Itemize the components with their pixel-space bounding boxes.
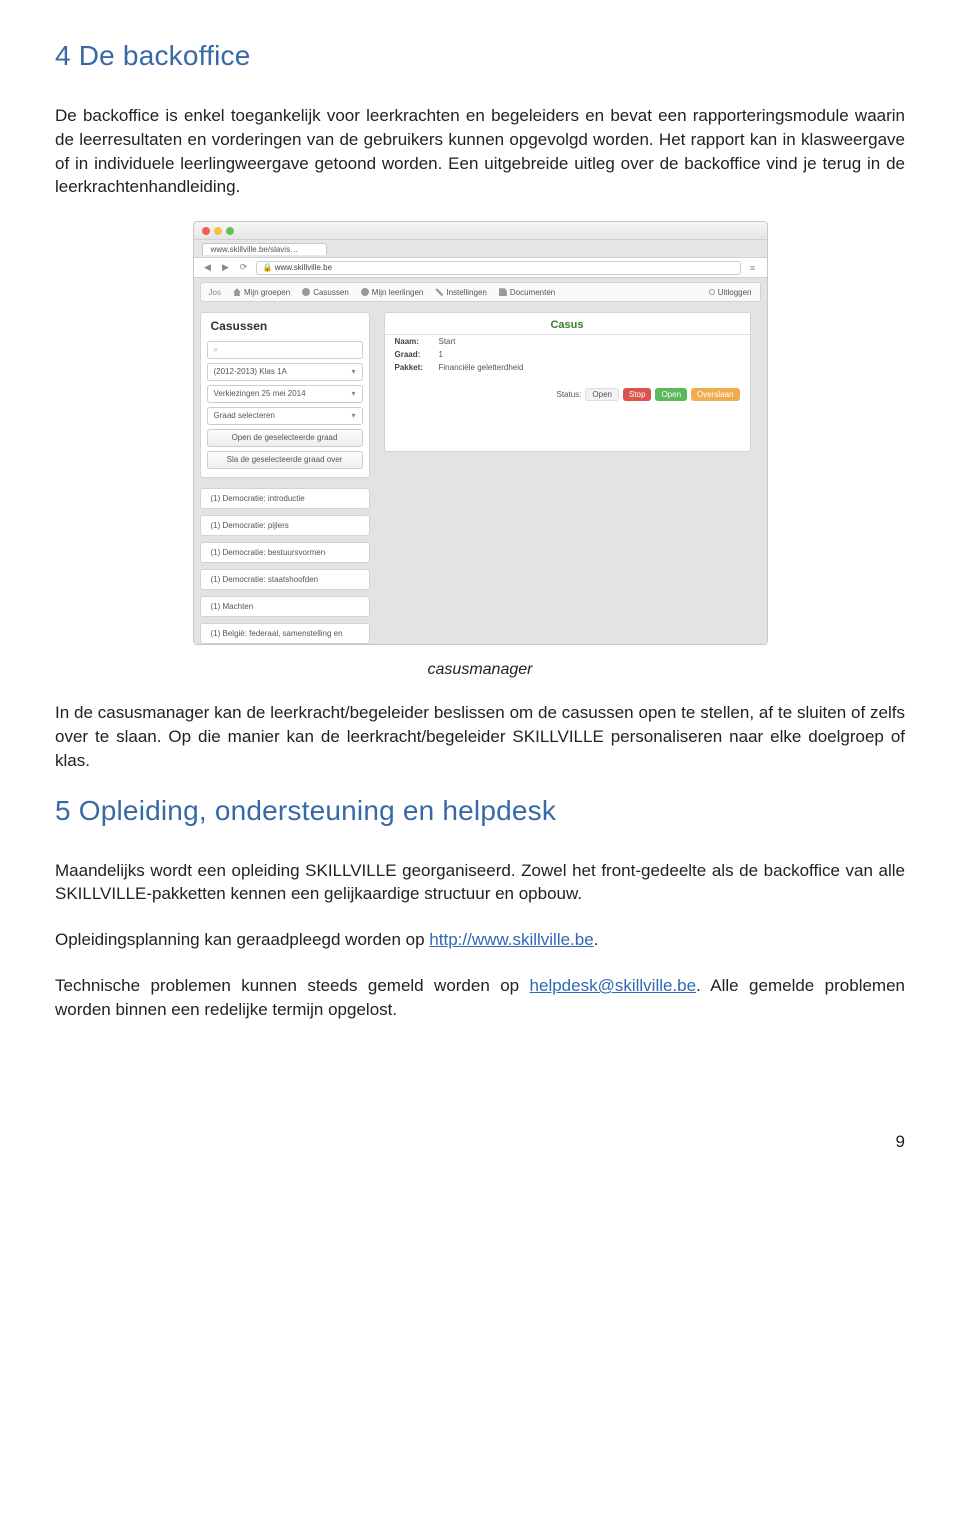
- browser-tab-row: www.skillville.be/slavis…: [194, 240, 767, 258]
- casus-detail-panel: Casus Naam:Start Graad:1 Pakket:Financië…: [384, 312, 751, 452]
- people-icon: [361, 288, 369, 296]
- section-4-heading: 4 De backoffice: [55, 40, 905, 72]
- text-run: .: [594, 930, 599, 949]
- stop-button[interactable]: Stop: [623, 388, 651, 401]
- page-number: 9: [55, 1132, 905, 1152]
- section-5-paragraph-1: Maandelijks wordt een opleiding SKILLVIL…: [55, 859, 905, 907]
- reload-icon[interactable]: ⟳: [238, 262, 250, 274]
- app-menubar: Jos Mijn groepen Casussen Mijn leerlinge…: [200, 282, 761, 302]
- close-dot-icon[interactable]: [202, 227, 210, 235]
- casussen-panel-title: Casussen: [201, 313, 369, 337]
- menu-label: Mijn groepen: [244, 288, 290, 297]
- list-item[interactable]: (1) Machten: [200, 596, 370, 617]
- menu-label: Uitloggen: [718, 288, 752, 297]
- status-row: Status: Open Stop Open Overslaan: [385, 374, 750, 411]
- open-button[interactable]: Open: [655, 388, 687, 401]
- overslaan-button[interactable]: Overslaan: [691, 388, 739, 401]
- text-run: Opleidingsplanning kan geraadpleegd word…: [55, 930, 429, 949]
- casus-detail-title: Casus: [385, 313, 750, 335]
- search-input[interactable]: [207, 341, 363, 359]
- forward-icon[interactable]: ▶: [220, 262, 232, 274]
- field-pakket: Pakket:Financiële geletterdheid: [385, 361, 750, 374]
- address-bar[interactable]: 🔒 www.skillville.be: [256, 261, 741, 275]
- field-naam: Naam:Start: [385, 335, 750, 348]
- menu-instellingen[interactable]: Instellingen: [435, 288, 486, 297]
- list-item[interactable]: (1) België: federaal, samenstelling en: [200, 623, 370, 644]
- section-5-paragraph-2: Opleidingsplanning kan geraadpleegd word…: [55, 928, 905, 952]
- menu-mijn-leerlingen[interactable]: Mijn leerlingen: [361, 288, 424, 297]
- menu-label: Documenten: [510, 288, 555, 297]
- menu-uitloggen[interactable]: Uitloggen: [709, 288, 752, 297]
- menu-label: Casussen: [313, 288, 349, 297]
- open-graad-button[interactable]: Open de geselecteerde graad: [207, 429, 363, 447]
- screenshot-caption: casusmanager: [55, 661, 905, 679]
- power-icon: [709, 289, 715, 295]
- section-4-paragraph-2: In de casusmanager kan de leerkracht/beg…: [55, 701, 905, 772]
- wrench-icon: [435, 288, 443, 296]
- browser-tab[interactable]: www.skillville.be/slavis…: [202, 243, 328, 255]
- list-item[interactable]: (1) Democratie: staatshoofden: [200, 569, 370, 590]
- menu-label: Mijn leerlingen: [372, 288, 424, 297]
- home-icon: [233, 288, 241, 296]
- menu-casussen[interactable]: Casussen: [302, 288, 349, 297]
- doc-icon: [499, 288, 507, 296]
- status-value: Open: [585, 388, 619, 401]
- app-content: Jos Mijn groepen Casussen Mijn leerlinge…: [194, 278, 767, 644]
- menu-mijn-groepen[interactable]: Mijn groepen: [233, 288, 290, 297]
- casus-list: (1) Democratie: introductie (1) Democrat…: [200, 488, 370, 644]
- embedded-screenshot: www.skillville.be/slavis… ◀ ▶ ⟳ 🔒 www.sk…: [193, 221, 768, 645]
- section-5-paragraph-3: Technische problemen kunnen steeds gemel…: [55, 974, 905, 1022]
- helpdesk-email-link[interactable]: helpdesk@skillville.be: [530, 976, 697, 995]
- window-titlebar: [194, 222, 767, 240]
- skillville-link[interactable]: http://www.skillville.be: [429, 930, 593, 949]
- list-item[interactable]: (1) Democratie: introductie: [200, 488, 370, 509]
- zoom-dot-icon[interactable]: [226, 227, 234, 235]
- menu-documenten[interactable]: Documenten: [499, 288, 555, 297]
- browser-address-row: ◀ ▶ ⟳ 🔒 www.skillville.be ≡: [194, 258, 767, 278]
- klas-select[interactable]: (2012-2013) Klas 1A: [207, 363, 363, 381]
- sla-over-button[interactable]: Sla de geselecteerde graad over: [207, 451, 363, 469]
- back-icon[interactable]: ◀: [202, 262, 214, 274]
- casussen-panel: Casussen (2012-2013) Klas 1A Verkiezinge…: [200, 312, 370, 478]
- datum-select[interactable]: Verkiezingen 25 mei 2014: [207, 385, 363, 403]
- menu-label: Instellingen: [446, 288, 486, 297]
- section-4-paragraph-1: De backoffice is enkel toegankelijk voor…: [55, 104, 905, 199]
- menu-icon[interactable]: ≡: [747, 262, 759, 274]
- field-graad: Graad:1: [385, 348, 750, 361]
- current-user: Jos: [209, 288, 221, 297]
- status-label: Status:: [557, 390, 582, 399]
- graad-select[interactable]: Graad selecteren: [207, 407, 363, 425]
- list-item[interactable]: (1) Democratie: bestuursvormen: [200, 542, 370, 563]
- text-run: Technische problemen kunnen steeds gemel…: [55, 976, 530, 995]
- group-icon: [302, 288, 310, 296]
- address-bar-text: www.skillville.be: [275, 263, 332, 272]
- section-5-heading: 5 Opleiding, ondersteuning en helpdesk: [55, 795, 905, 827]
- minimize-dot-icon[interactable]: [214, 227, 222, 235]
- list-item[interactable]: (1) Democratie: pijlers: [200, 515, 370, 536]
